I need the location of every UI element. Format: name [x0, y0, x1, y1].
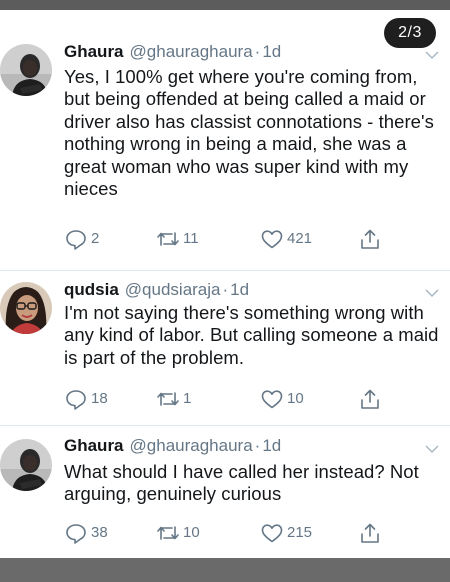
heart-icon: [261, 524, 283, 543]
tweet-text: I'm not saying there's something wrong w…: [64, 302, 439, 368]
tweet-actions: 18 1 10: [64, 388, 394, 410]
avatar[interactable]: [0, 282, 52, 334]
bottom-screen-edge: [0, 558, 450, 582]
retweet-count: 1: [183, 390, 192, 407]
man-portrait-avatar-icon: [0, 439, 52, 491]
like-count: 421: [287, 230, 313, 247]
timestamp[interactable]: 1d: [262, 42, 281, 61]
reply-button[interactable]: 2: [64, 228, 99, 250]
chevron-down-icon[interactable]: [425, 444, 439, 454]
separator-dot: ·: [254, 42, 261, 61]
share-icon: [361, 389, 379, 409]
like-button[interactable]: 215: [260, 522, 312, 544]
avatar[interactable]: [0, 44, 52, 96]
reply-icon: [66, 390, 86, 410]
like-count: 10: [287, 390, 304, 407]
chevron-down-icon[interactable]: [425, 288, 439, 298]
heart-icon: [261, 390, 283, 409]
share-icon: [361, 229, 379, 249]
display-name[interactable]: Ghaura: [64, 436, 124, 455]
like-button[interactable]: 10: [260, 388, 304, 410]
reply-button[interactable]: 18: [64, 388, 108, 410]
display-name[interactable]: qudsia: [64, 280, 119, 299]
timestamp[interactable]: 1d: [230, 280, 249, 299]
reply-icon: [66, 230, 86, 250]
tweet-text: Yes, I 100% get where you're coming from…: [64, 66, 434, 200]
tweet-header: Ghaura @ghauraghaura · 1d: [64, 435, 281, 457]
share-button[interactable]: [358, 228, 385, 250]
man-portrait-avatar-icon: [0, 44, 52, 96]
reply-icon: [66, 524, 86, 544]
chevron-down-icon[interactable]: [425, 50, 439, 60]
like-count: 215: [287, 524, 313, 541]
retweet-button[interactable]: 1: [156, 388, 191, 410]
tweet-1[interactable]: Ghaura @ghauraghaura · 1d Yes, I 100% get w…: [0, 0, 450, 270]
tweet-actions: 2 11 421: [64, 228, 394, 250]
share-button[interactable]: [358, 522, 385, 544]
retweet-count: 10: [183, 524, 200, 541]
avatar[interactable]: [0, 439, 52, 491]
reply-count: 38: [91, 524, 108, 541]
tweet-text: What should I have called her instead? N…: [64, 461, 419, 505]
retweet-icon: [157, 392, 179, 406]
reply-count: 2: [91, 230, 100, 247]
retweet-button[interactable]: 11: [156, 228, 199, 250]
display-name[interactable]: Ghaura: [64, 42, 124, 61]
tweet-2[interactable]: qudsia @qudsiaraja · 1d I'm not saying ther…: [0, 270, 450, 425]
share-button[interactable]: [358, 388, 385, 410]
reply-count: 18: [91, 390, 108, 407]
separator-dot: ·: [254, 436, 261, 455]
heart-icon: [261, 230, 283, 249]
user-handle[interactable]: @qudsiaraja: [125, 280, 221, 299]
like-button[interactable]: 421: [260, 228, 312, 250]
woman-with-glasses-avatar-icon: [0, 282, 52, 334]
retweet-button[interactable]: 10: [156, 522, 200, 544]
share-icon: [361, 523, 379, 543]
retweet-icon: [157, 526, 179, 540]
tweet-actions: 38 10 215: [64, 522, 394, 544]
user-handle[interactable]: @ghauraghaura: [130, 436, 253, 455]
retweet-count: 11: [183, 230, 199, 247]
reply-button[interactable]: 38: [64, 522, 108, 544]
tweet-header: Ghaura @ghauraghaura · 1d: [64, 41, 281, 63]
separator-dot: ·: [222, 280, 229, 299]
tweet-3[interactable]: Ghaura @ghauraghaura · 1d What should I hav…: [0, 425, 450, 558]
timestamp[interactable]: 1d: [262, 436, 281, 455]
user-handle[interactable]: @ghauraghaura: [130, 42, 253, 61]
retweet-icon: [157, 232, 179, 246]
tweet-header: qudsia @qudsiaraja · 1d: [64, 279, 249, 301]
